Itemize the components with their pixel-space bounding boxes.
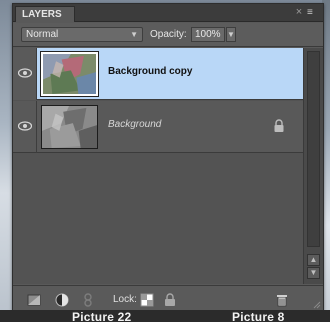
- scroll-up-arrow-icon[interactable]: ▲: [307, 254, 320, 266]
- close-icon[interactable]: ×: [293, 6, 305, 18]
- chevron-down-icon: ▼: [130, 30, 138, 39]
- lock-all-icon[interactable]: [163, 293, 177, 307]
- layers-scrollbar[interactable]: ▲ ▼: [303, 48, 323, 284]
- lock-transparent-pixels-icon[interactable]: [140, 293, 154, 307]
- eye-icon: [18, 68, 32, 78]
- layer-thumbnail-color: [40, 51, 99, 97]
- panel-menu-icon[interactable]: ≡: [307, 8, 319, 18]
- layer-row-background-copy[interactable]: Background copy: [13, 48, 303, 100]
- adjustment-layer-icon[interactable]: [55, 293, 69, 307]
- layer-thumbnail-gray: [41, 105, 98, 149]
- resize-grip-icon[interactable]: [313, 301, 321, 309]
- layer-name[interactable]: Background: [108, 119, 161, 130]
- panel-footer: Lock:: [13, 285, 323, 311]
- opacity-dropdown-icon[interactable]: ▼: [226, 27, 236, 42]
- scroll-down-arrow-icon[interactable]: ▼: [307, 267, 320, 279]
- trash-icon[interactable]: [275, 293, 289, 307]
- layer-name[interactable]: Background copy: [108, 66, 192, 77]
- layers-panel: LAYERS × ≡ Normal ▼ Opacity: 100% ▼ Back…: [12, 3, 324, 311]
- blend-mode-select[interactable]: Normal ▼: [21, 27, 143, 42]
- tab-layers[interactable]: LAYERS: [15, 6, 75, 22]
- link-layers-icon[interactable]: [27, 293, 41, 307]
- scroll-track[interactable]: [307, 51, 320, 247]
- opacity-input[interactable]: 100%: [191, 27, 225, 42]
- eye-icon: [18, 121, 32, 131]
- layer-row-background[interactable]: Background: [13, 101, 303, 153]
- visibility-toggle[interactable]: [13, 101, 37, 153]
- panel-tab-bar: LAYERS × ≡: [13, 4, 323, 22]
- visibility-toggle[interactable]: [13, 48, 37, 100]
- caption-right: Picture 8: [232, 310, 285, 322]
- chain-icon[interactable]: [81, 293, 95, 307]
- layers-list: Background copy Background: [13, 48, 303, 284]
- lock-label: Lock:: [113, 294, 137, 305]
- blend-mode-value: Normal: [26, 29, 59, 40]
- opacity-label: Opacity:: [150, 29, 187, 40]
- lock-icon: [274, 119, 284, 132]
- layer-options-bar: Normal ▼ Opacity: 100% ▼: [13, 23, 323, 47]
- caption-left: Picture 22: [72, 310, 132, 322]
